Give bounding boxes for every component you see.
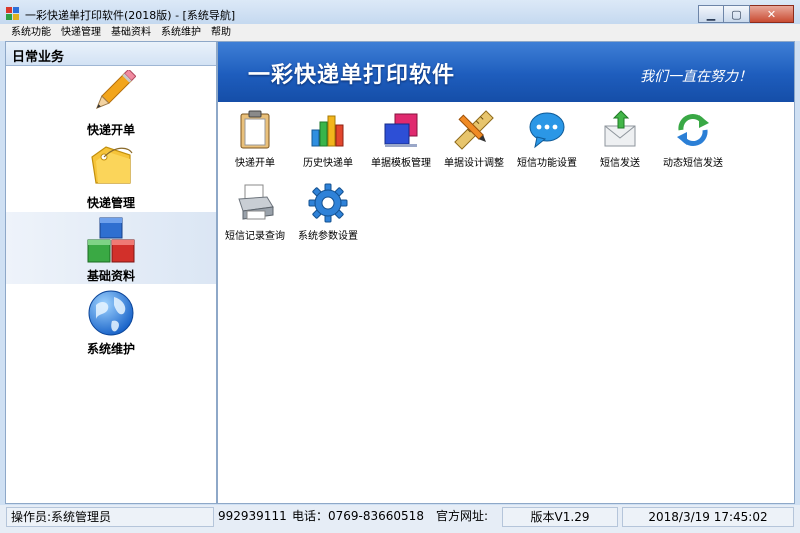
gear-icon (308, 183, 348, 223)
chat-bubble-icon (529, 112, 565, 149)
tile-sms-settings[interactable]: 短信功能设置 (510, 108, 584, 174)
tile-label: 系统参数设置 (298, 231, 358, 242)
banner-slogan: 我们一直在努力！ (640, 69, 752, 85)
sidebar-item-label: 系统维护 (86, 342, 135, 356)
menu-system-functions[interactable]: 系统功能 (6, 24, 56, 41)
printer-icon (238, 184, 274, 220)
sidebar: 日常业务 快递开单 快递管理 基础资料 系统维护 (5, 41, 217, 504)
app-icon (6, 7, 20, 21)
maximize-button[interactable]: ▢ (724, 5, 750, 23)
menu-basic-data[interactable]: 基础资料 (106, 24, 156, 41)
refresh-icon (677, 114, 709, 146)
banner-title: 一彩快递单打印软件 (248, 63, 456, 88)
status-website[interactable]: 官方网址: (432, 507, 492, 527)
minimize-button[interactable]: ▁ (698, 5, 724, 23)
menu-express-management[interactable]: 快递管理 (56, 24, 106, 41)
status-qq: 992939111 (218, 509, 287, 523)
ruler-pencil-icon (454, 110, 494, 150)
tile-express-order[interactable]: 快递开单 (218, 108, 292, 174)
status-bar: 操作员:系统管理员 992939111 电话：0769-83660518 官方网… (0, 505, 800, 533)
sidebar-item-label: 快递管理 (86, 196, 135, 210)
sidebar-header: 日常业务 (6, 42, 216, 66)
window-title: 一彩快递单打印软件(2018版) - [系统导航] (25, 9, 236, 22)
banner: 一彩快递单打印软件 我们一直在努力！ (218, 42, 794, 102)
status-operator: 操作员:系统管理员 (6, 507, 214, 527)
globe-icon (88, 290, 134, 336)
pencil-icon (95, 70, 136, 110)
tile-sms-records[interactable]: 短信记录查询 (218, 181, 292, 247)
envelope-icon (604, 110, 636, 147)
tile-dynamic-sms-send[interactable]: 动态短信发送 (656, 108, 730, 174)
tile-design-adjust[interactable]: 单据设计调整 (437, 108, 511, 174)
main-panel: 一彩快递单打印软件 我们一直在努力！ 快递开单 历史快递单 单据模板管理 单据设… (217, 41, 795, 504)
sidebar-item-label: 快递开单 (86, 123, 135, 137)
blocks-icon (87, 217, 135, 263)
sidebar-item-express-order[interactable]: 快递开单 (6, 66, 216, 138)
sidebar-item-system-maintenance[interactable]: 系统维护 (6, 285, 216, 357)
clipboard-icon (240, 110, 270, 149)
template-icon (384, 113, 418, 147)
sidebar-item-basic-data[interactable]: 基础资料 (6, 212, 216, 284)
tile-system-params[interactable]: 系统参数设置 (291, 181, 365, 247)
tile-template-management[interactable]: 单据模板管理 (364, 108, 438, 174)
tag-icon (91, 146, 133, 184)
tile-label: 动态短信发送 (663, 158, 723, 169)
status-datetime: 2018/3/19 17:45:02 (622, 507, 794, 527)
menu-help[interactable]: 帮助 (206, 24, 236, 41)
bar-chart-icon (311, 115, 344, 147)
sidebar-item-label: 基础资料 (86, 269, 135, 283)
tile-sms-send[interactable]: 短信发送 (583, 108, 657, 174)
tile-history[interactable]: 历史快递单 (291, 108, 365, 174)
menu-system-maintenance[interactable]: 系统维护 (156, 24, 206, 41)
close-button[interactable]: ✕ (750, 5, 794, 23)
sidebar-item-express-management[interactable]: 快递管理 (6, 139, 216, 211)
status-version: 版本V1.29 (502, 507, 618, 527)
menu-bar: 系统功能 快递管理 基础资料 系统维护 帮助 (0, 24, 800, 41)
status-phone: 电话：0769-83660518 (292, 509, 424, 523)
